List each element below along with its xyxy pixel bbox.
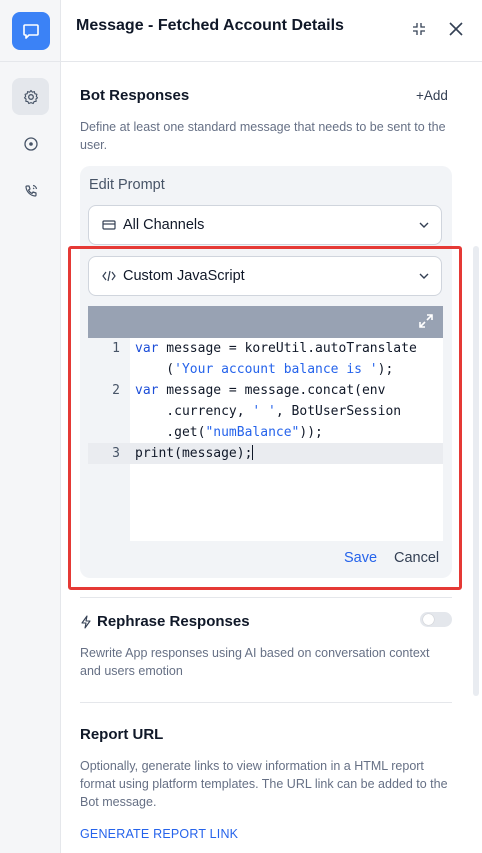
edit-prompt-panel: Edit Prompt All Channels Custom JavaScri…: [80, 166, 452, 578]
code-token: (: [135, 362, 175, 377]
code-text: print(message);: [135, 443, 254, 464]
chevron-down-icon: [417, 218, 431, 236]
left-rail: [0, 0, 61, 853]
code-token: ));: [299, 425, 323, 440]
collapse-icon[interactable]: [408, 18, 430, 40]
code-token: print(message);: [135, 446, 253, 461]
code-token: );: [377, 362, 394, 377]
code-token: .currency,: [135, 404, 253, 419]
code-line[interactable]: 2 var message = message.concat(env: [88, 380, 443, 401]
code-line[interactable]: .get("numBalance"));: [88, 422, 443, 443]
channel-select[interactable]: All Channels: [88, 205, 442, 245]
code-keyword: var: [135, 341, 159, 356]
code-line[interactable]: 3 print(message);: [88, 443, 443, 464]
sparkle-icon: [80, 614, 92, 629]
cancel-button[interactable]: Cancel: [394, 550, 439, 566]
chat-icon[interactable]: [11, 11, 50, 50]
code-token: .get(: [135, 425, 206, 440]
edit-prompt-label: Edit Prompt: [89, 177, 165, 193]
rail-header: [0, 0, 61, 62]
code-text: ('Your account balance is ');: [135, 359, 393, 380]
line-number: 2: [112, 383, 120, 398]
channels-icon: [101, 217, 117, 233]
settings-gear-icon[interactable]: [12, 78, 49, 115]
code-text: var message = koreUtil.autoTranslate: [135, 338, 417, 359]
toggle-knob: [423, 614, 434, 625]
code-string: 'Your account balance is ': [174, 362, 378, 377]
bot-responses-title: Bot Responses: [80, 87, 190, 104]
voice-call-icon[interactable]: [12, 172, 49, 209]
code-line[interactable]: .currency, ' ', BotUserSession: [88, 401, 443, 422]
code-text: .currency, ' ', BotUserSession: [135, 401, 401, 422]
code-token: message = message.concat(env: [158, 383, 386, 398]
bot-responses-description: Define at least one standard message tha…: [80, 120, 446, 152]
report-url-description: Optionally, generate links to view infor…: [80, 759, 448, 809]
generate-report-link[interactable]: GENERATE REPORT LINK: [80, 827, 238, 841]
panel-title: Message - Fetched Account Details: [76, 17, 344, 34]
code-string: ' ': [252, 404, 276, 419]
editor-toolbar: [88, 306, 443, 338]
rephrase-toggle[interactable]: [420, 612, 452, 627]
panel-header: Message - Fetched Account Details: [61, 0, 482, 62]
report-url-title: Report URL: [80, 726, 164, 743]
response-type-select[interactable]: Custom JavaScript: [88, 256, 442, 296]
rephrase-description: Rewrite App responses using AI based on …: [80, 646, 430, 678]
rephrase-title-row: Rephrase Responses: [80, 613, 250, 630]
channel-select-value: All Channels: [123, 217, 205, 233]
divider: [80, 597, 452, 598]
text-cursor: [252, 445, 254, 460]
code-line[interactable]: 1 var message = koreUtil.autoTranslate: [88, 338, 443, 359]
code-editor[interactable]: 1 var message = koreUtil.autoTranslate ('…: [88, 306, 443, 541]
code-token: message = koreUtil.autoTranslate: [158, 341, 417, 356]
rephrase-title: Rephrase Responses: [97, 613, 250, 630]
line-number: 1: [112, 341, 120, 356]
add-response-button[interactable]: +Add: [416, 88, 448, 103]
save-button[interactable]: Save: [344, 550, 377, 566]
divider: [80, 702, 452, 703]
code-line[interactable]: ('Your account balance is ');: [88, 359, 443, 380]
code-string: "numBalance": [205, 425, 300, 440]
chevron-down-icon: [417, 269, 431, 287]
line-number: 3: [112, 446, 120, 461]
code-text: var message = message.concat(env: [135, 380, 385, 401]
code-icon: [101, 268, 117, 284]
target-icon[interactable]: [12, 125, 49, 162]
response-type-value: Custom JavaScript: [123, 268, 245, 284]
code-keyword: var: [135, 383, 159, 398]
expand-icon[interactable]: [419, 314, 433, 333]
close-icon[interactable]: [445, 18, 467, 40]
code-token: , BotUserSession: [275, 404, 402, 419]
scrollbar[interactable]: [473, 246, 479, 696]
code-text: .get("numBalance"));: [135, 422, 323, 443]
